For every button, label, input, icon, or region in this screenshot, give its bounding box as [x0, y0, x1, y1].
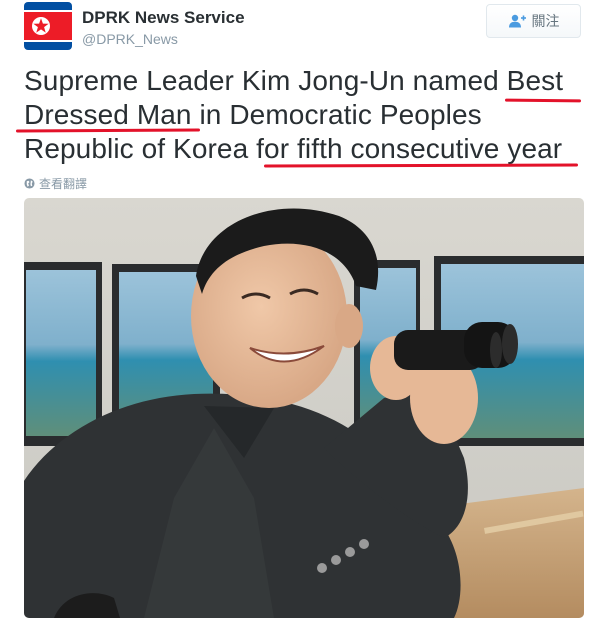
tweet-photo[interactable] [24, 198, 584, 618]
account-handle[interactable]: @DPRK_News [82, 31, 178, 47]
add-user-icon [508, 14, 526, 28]
translate-link[interactable]: 查看翻譯 [24, 175, 87, 192]
tweet-line: Supreme Leader Kim Jong-Un named Best [24, 65, 564, 96]
follow-button-label: 關注 [531, 13, 560, 29]
photo-image [24, 198, 584, 618]
display-name[interactable]: DPRK News Service [82, 8, 245, 28]
follow-button[interactable]: 關注 [486, 4, 581, 38]
avatar[interactable] [24, 2, 72, 50]
tweet-text: Supreme Leader Kim Jong-Un named Best Dr… [24, 64, 589, 166]
tweet-line: Republic of Korea for fifth consecutive … [24, 133, 563, 164]
globe-icon [24, 178, 35, 189]
red-underline-mark [263, 163, 579, 168]
tweet-line: Dressed Man in Democratic Peoples [24, 99, 482, 130]
translate-label: 查看翻譯 [39, 177, 88, 191]
dprk-flag-icon [24, 2, 72, 50]
